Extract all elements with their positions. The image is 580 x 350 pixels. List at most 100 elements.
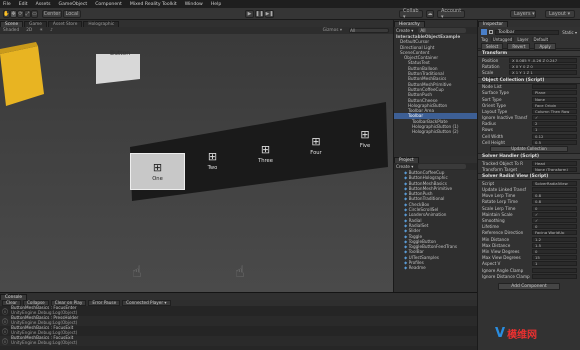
field-value[interactable]: 0 [532, 224, 577, 230]
shading-mode-dropdown[interactable]: Shaded [3, 28, 19, 33]
toolbar-tile-five[interactable]: ⊞ Five [345, 124, 385, 154]
collab-dropdown[interactable]: Collab ▾ [399, 8, 423, 20]
field-value[interactable]: 1 [532, 261, 577, 267]
hierarchy-create-button[interactable]: Create ▾ [396, 28, 413, 33]
pivot-center-button[interactable]: Center [42, 9, 62, 18]
field-label: Rotate Lerp Time [482, 199, 518, 205]
tile-label: One [152, 175, 163, 182]
field-value[interactable]: 0.12 [532, 133, 577, 139]
field-value[interactable]: ✓ [532, 211, 577, 217]
field-value[interactable]: SolverRadialView [532, 180, 577, 186]
field-value[interactable]: X 0 Y 0 Z 0 [509, 63, 577, 69]
project-search-input[interactable] [418, 164, 467, 169]
update-collection-button[interactable]: Update Collection [490, 146, 568, 152]
menu-item-gameobject[interactable]: GameObject [59, 2, 88, 7]
field-value[interactable]: X 1 Y 1 Z 1 [509, 69, 577, 75]
layer-dropdown[interactable]: Default [531, 36, 551, 42]
field-value[interactable]: ✓ [532, 218, 577, 224]
static-dropdown[interactable]: Static ▾ [562, 30, 577, 35]
console-error-pausebutton[interactable]: Error Pause [88, 299, 121, 307]
audio-toggle-icon[interactable]: ♪ [50, 28, 53, 33]
rotate-tool-icon[interactable]: ⟳ [17, 9, 24, 18]
menu-item-help[interactable]: Help [211, 2, 221, 7]
field-label: Cell Width [482, 133, 504, 139]
2d-toggle[interactable]: 2D [26, 28, 32, 33]
pivot-local-button[interactable]: Local [63, 9, 81, 18]
field-value[interactable]: None (Transform) [532, 166, 577, 172]
object-name-field[interactable]: Toolbar [495, 29, 560, 35]
scene-search-input[interactable]: All [349, 28, 389, 34]
step-button[interactable]: ▶❚ [265, 9, 274, 18]
console-connected-player-button[interactable]: Connected Player ▾ [122, 299, 171, 307]
field-value[interactable]: Plane [532, 90, 577, 96]
hierarchy-tree: InteractableObjectExample DefaultCursor Di… [394, 34, 477, 135]
toolbar-tile-two[interactable]: ⊞ Two [190, 144, 235, 178]
field-label: Script [482, 180, 495, 186]
hierarchy-item[interactable]: HolographicButton (2) [394, 129, 477, 134]
field-value[interactable]: Head [532, 160, 577, 166]
field-value[interactable] [532, 267, 577, 273]
toolbar-tile-three[interactable]: ⊞ Three [243, 137, 288, 170]
toolbar-tile-one[interactable]: ⊞ One [130, 153, 185, 190]
layers-dropdown[interactable]: Layers ▾ [510, 9, 536, 18]
field-value[interactable]: Column Then Row [532, 108, 577, 114]
field-label: Aspect V [482, 261, 501, 267]
toolbar-tile-four[interactable]: ⊞ Four [295, 130, 337, 162]
field-value[interactable]: Facing WorldUp [532, 230, 577, 236]
scene-view[interactable]: Scene Game Asset Store Holographic Shade… [0, 20, 393, 292]
play-button[interactable]: ▶ [245, 9, 254, 18]
cloud-icon[interactable]: ☁ [426, 9, 434, 18]
field-value[interactable]: ✓ [532, 115, 577, 121]
prefab-select-button[interactable]: Select [481, 42, 504, 50]
pause-button[interactable]: ❚❚ [255, 9, 264, 18]
field-value[interactable]: 0 [532, 248, 577, 254]
rect-tool-icon[interactable]: ▭ [31, 9, 38, 18]
menu-item-file[interactable]: File [3, 2, 11, 7]
transform-header[interactable]: Transform [478, 50, 580, 57]
tab-console[interactable]: Console [0, 293, 28, 300]
menu-item-mixed-reality-toolkit[interactable]: Mixed Reality Toolkit [130, 2, 177, 7]
field-value[interactable]: 1 [532, 127, 577, 133]
menu-item-assets[interactable]: Assets [36, 2, 51, 7]
tab-inspector[interactable]: Inspector [478, 20, 509, 27]
field-value[interactable]: X 0.085 Y -0.26 Z 0.247 [509, 57, 577, 63]
project-item[interactable]: ◆ Readme [404, 265, 477, 270]
tab-project[interactable]: Project [394, 156, 419, 163]
field-value[interactable]: 2 [532, 121, 577, 127]
tab-hierarchy[interactable]: Hierarchy [394, 20, 425, 27]
layout-dropdown[interactable]: Layout ▾ [545, 9, 575, 18]
field-value[interactable]: None [532, 96, 577, 102]
add-component-button[interactable]: Add Component [498, 283, 560, 291]
active-checkbox[interactable] [489, 30, 493, 34]
field-value[interactable]: 0.8 [532, 193, 577, 199]
menu-item-window[interactable]: Window [185, 2, 203, 7]
hand-tool-icon[interactable]: ✋ [3, 9, 10, 18]
collection-header[interactable]: Object Collection (Script) [478, 76, 580, 84]
account-dropdown[interactable]: Account ▾ [437, 8, 465, 20]
field-value[interactable] [532, 273, 577, 279]
field-value[interactable]: 1.2 [532, 236, 577, 242]
radial-view-header[interactable]: Solver Radial View (Script) [478, 173, 580, 181]
inspector-row: Position X 0.085 Y -0.26 Z 0.247 [478, 57, 580, 63]
field-value[interactable]: 0.8 [532, 199, 577, 205]
field-value[interactable]: 15 [532, 255, 577, 261]
menu-item-edit[interactable]: Edit [19, 2, 28, 7]
field-value[interactable] [532, 84, 577, 90]
menu-item-component[interactable]: Component [95, 2, 122, 7]
field-value[interactable] [532, 187, 577, 193]
prefab-revert-button[interactable]: Revert [507, 42, 531, 50]
hierarchy-search-input[interactable]: All [418, 28, 467, 33]
gizmos-dropdown[interactable]: Gizmos ▾ [323, 28, 342, 33]
project-create-button[interactable]: Create ▾ [396, 164, 413, 169]
scale-tool-icon[interactable]: ⤢ [24, 9, 31, 18]
field-value[interactable]: 1.5 [532, 242, 577, 248]
console-entry[interactable]: ⓘ ButtonMeshBasics : FocusExit UnityEngine… [0, 335, 477, 346]
lighting-toggle-icon[interactable]: ☀ [39, 28, 43, 33]
tag-dropdown[interactable]: Untagged [490, 36, 515, 42]
move-tool-icon[interactable]: ✥ [10, 9, 17, 18]
field-value[interactable]: 0 [532, 205, 577, 211]
prefab-apply-button[interactable]: Apply [534, 42, 556, 50]
solver-handler-header[interactable]: Solver Handler (Script) [478, 152, 580, 160]
field-value[interactable]: Face Origin [532, 102, 577, 108]
field-value[interactable]: 0.5 [532, 139, 577, 145]
